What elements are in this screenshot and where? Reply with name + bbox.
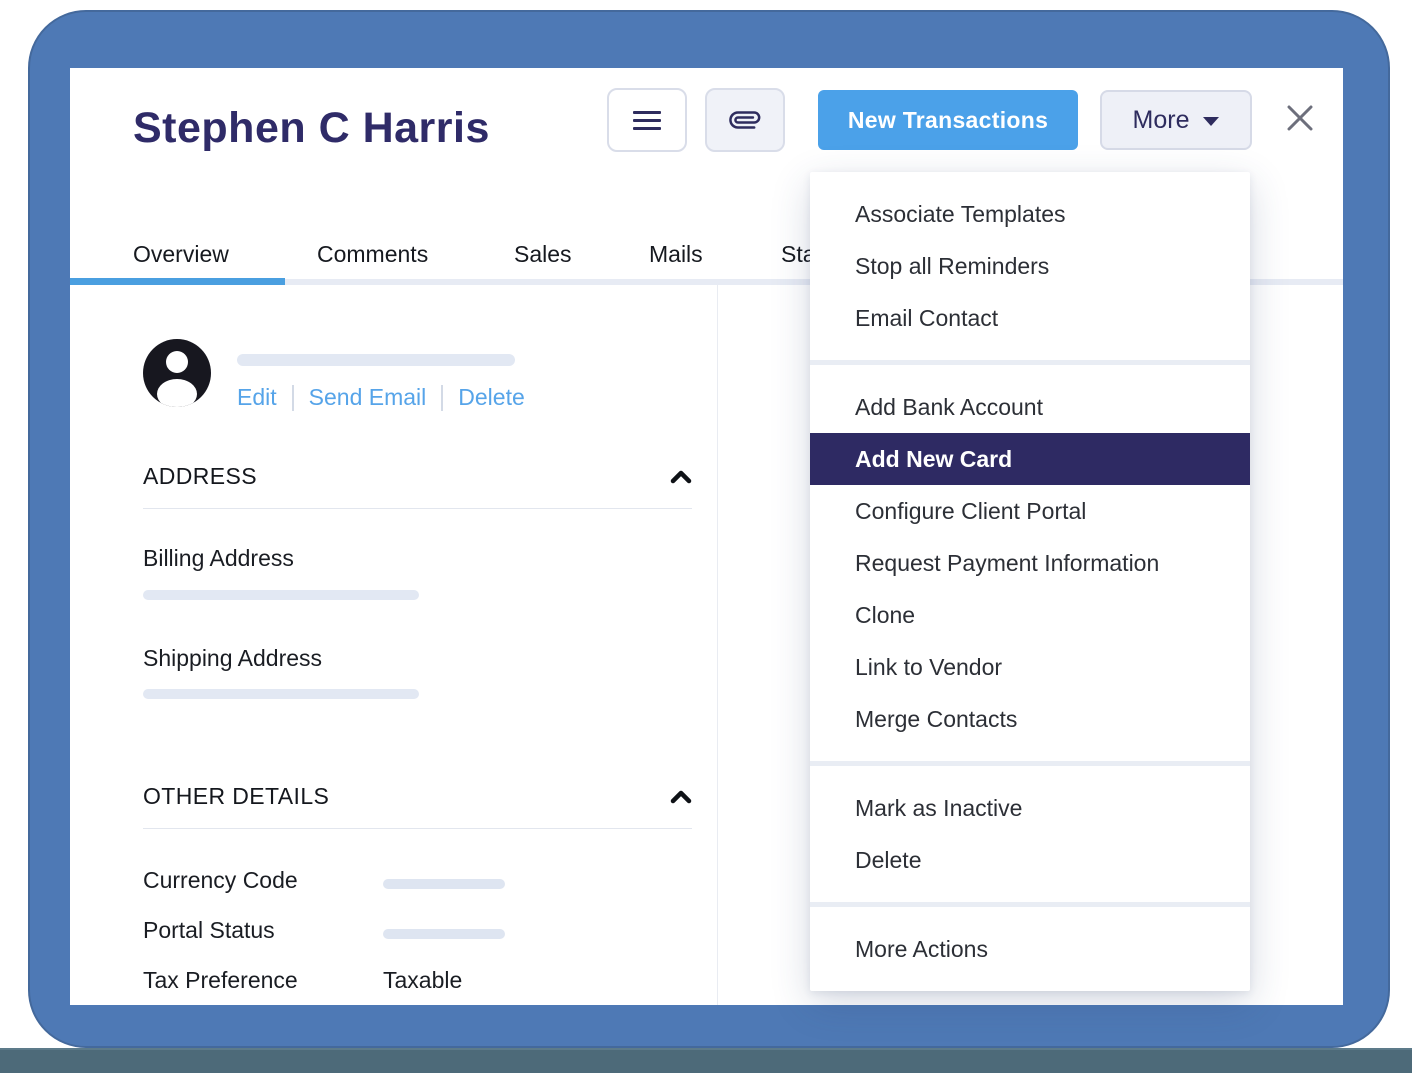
- delete-link[interactable]: Delete: [458, 384, 524, 411]
- address-section-title: ADDRESS: [143, 463, 257, 489]
- menu-group: Associate Templates Stop all Reminders E…: [810, 172, 1250, 360]
- hamburger-icon: [633, 110, 661, 130]
- menu-group: More Actions: [810, 907, 1250, 991]
- portal-status-placeholder: [383, 929, 505, 939]
- close-icon: [1287, 105, 1313, 131]
- menu-group: Mark as Inactive Delete: [810, 766, 1250, 902]
- divider: [143, 508, 692, 509]
- currency-code-label: Currency Code: [143, 867, 298, 893]
- edit-link[interactable]: Edit: [237, 384, 277, 411]
- address-section-header[interactable]: ADDRESS: [143, 463, 692, 490]
- divider: [143, 828, 692, 829]
- attachment-button[interactable]: [705, 88, 785, 152]
- menu-item-email-contact[interactable]: Email Contact: [810, 292, 1250, 344]
- action-separator: [291, 384, 294, 411]
- tab-comments[interactable]: Comments: [317, 241, 428, 268]
- billing-address-placeholder: [143, 590, 419, 600]
- menu-item-link-to-vendor[interactable]: Link to Vendor: [810, 641, 1250, 693]
- desk-strip: [0, 1048, 1412, 1073]
- more-button-label: More: [1132, 105, 1190, 134]
- menu-item-request-payment-information[interactable]: Request Payment Information: [810, 537, 1250, 589]
- panel-divider: [717, 285, 718, 1005]
- active-tab-underline: [70, 278, 285, 285]
- contact-name-placeholder: [237, 354, 515, 366]
- send-email-link[interactable]: Send Email: [309, 384, 427, 411]
- close-button[interactable]: [1282, 100, 1318, 136]
- action-separator: [441, 384, 444, 411]
- menu-item-associate-templates[interactable]: Associate Templates: [810, 188, 1250, 240]
- shipping-address-placeholder: [143, 689, 419, 699]
- shipping-address-label: Shipping Address: [143, 645, 323, 671]
- screenshot-stage: Stephen C Harris New Transactions More O…: [0, 0, 1412, 1073]
- menu-item-add-bank-account[interactable]: Add Bank Account: [810, 381, 1250, 433]
- page-title: Stephen C Harris: [133, 104, 490, 152]
- billing-address-label: Billing Address: [143, 545, 294, 571]
- tab-sales[interactable]: Sales: [514, 241, 572, 268]
- contact-actions: Edit Send Email Delete: [237, 384, 525, 411]
- paperclip-icon: [729, 111, 761, 129]
- more-menu: Associate Templates Stop all Reminders E…: [810, 172, 1250, 991]
- tax-preference-value: Taxable: [383, 967, 463, 993]
- more-button[interactable]: More: [1100, 90, 1252, 150]
- tax-preference-label: Tax Preference: [143, 967, 298, 993]
- menu-item-delete[interactable]: Delete: [810, 834, 1250, 886]
- menu-item-more-actions[interactable]: More Actions: [810, 923, 1250, 975]
- menu-item-merge-contacts[interactable]: Merge Contacts: [810, 693, 1250, 745]
- currency-code-placeholder: [383, 879, 505, 889]
- portal-status-label: Portal Status: [143, 917, 275, 943]
- menu-item-add-new-card[interactable]: Add New Card: [810, 433, 1250, 485]
- menu-item-configure-client-portal[interactable]: Configure Client Portal: [810, 485, 1250, 537]
- avatar: [143, 339, 211, 407]
- other-details-section-title: OTHER DETAILS: [143, 783, 330, 809]
- tab-overview[interactable]: Overview: [133, 241, 229, 268]
- other-details-section-header[interactable]: OTHER DETAILS: [143, 783, 692, 810]
- menu-group: Add Bank Account Add New Card Configure …: [810, 365, 1250, 761]
- hamburger-button[interactable]: [607, 88, 687, 152]
- menu-item-stop-all-reminders[interactable]: Stop all Reminders: [810, 240, 1250, 292]
- menu-item-clone[interactable]: Clone: [810, 589, 1250, 641]
- chevron-down-icon: [1203, 117, 1220, 126]
- chevron-up-icon: [670, 790, 692, 803]
- tab-mails[interactable]: Mails: [649, 241, 703, 268]
- new-transactions-button[interactable]: New Transactions: [818, 90, 1078, 150]
- menu-item-mark-as-inactive[interactable]: Mark as Inactive: [810, 782, 1250, 834]
- chevron-up-icon: [670, 470, 692, 483]
